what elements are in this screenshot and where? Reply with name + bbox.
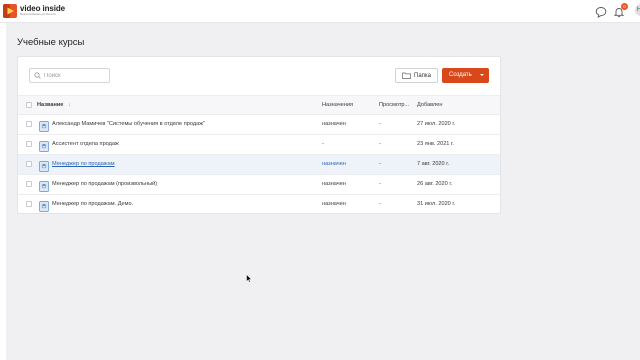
column-header-views[interactable]: Просмотр... [379,102,409,108]
course-views: - [379,181,381,187]
course-views: - [379,121,381,127]
table-header: Название ↓ Назначения Просмотр... Добавл… [18,95,500,115]
mouse-cursor-icon [246,270,253,288]
search-icon [34,72,41,79]
course-assignments: назначен [322,181,346,187]
chevron-down-icon [480,74,484,76]
folder-button-label: Папка [414,73,431,79]
course-added-date: 26 авг. 2020 г. [417,181,453,187]
course-icon [39,199,49,212]
logo-subtitle: Видеоплатформа для бизнеса [20,13,56,17]
avatar[interactable]: Н [635,4,640,16]
table-row[interactable]: Менеджер по продажам. Демо. назначен - 3… [18,195,500,215]
course-icon [39,159,49,172]
row-checkbox[interactable] [26,201,32,207]
course-views: - [379,141,381,147]
course-name[interactable]: Александр Мамичев "Системы обучения в от… [52,121,205,127]
course-assignments: назначен [322,201,346,207]
course-added-date: 23 янв. 2021 г. [417,141,454,147]
course-views: - [379,161,381,167]
course-added-date: 7 авг. 2020 г. [417,161,450,167]
course-added-date: 31 июл. 2020 г. [417,201,456,207]
create-button-label: Создать [449,72,472,78]
table-row-hovered[interactable]: Менеджер по продажам назначен - 7 авг. 2… [18,155,500,175]
course-name[interactable]: Менеджер по продажам. Демо. [52,201,133,207]
top-bar: video inside Видеоплатформа для бизнеса … [0,0,640,23]
table-row[interactable]: Ассистент отдела продаж - - 23 янв. 2021… [18,135,500,155]
chat-icon[interactable] [595,5,607,18]
course-assignments: назначен [322,121,346,127]
row-checkbox[interactable] [26,141,32,147]
course-added-date: 27 июл. 2020 г. [417,121,456,127]
search-input[interactable] [44,70,106,81]
course-views: - [379,201,381,207]
sidebar-rail [0,23,6,360]
course-name[interactable]: Менеджер по продажам (произвольный) [52,181,157,187]
search-box[interactable] [29,68,110,83]
page-title: Учебные курсы [17,37,85,48]
create-button[interactable]: Создать [442,68,489,83]
sort-down-icon[interactable]: ↓ [68,102,71,108]
course-icon [39,139,49,152]
row-checkbox[interactable] [26,181,32,187]
column-header-assignments[interactable]: Назначения [322,102,353,108]
select-all-checkbox[interactable] [26,102,32,108]
courses-card: Папка Создать Название ↓ Назначения Прос… [17,56,501,214]
logo-title: video inside [20,4,66,14]
column-header-name[interactable]: Название [37,102,63,108]
row-checkbox[interactable] [26,121,32,127]
course-icon [39,119,49,132]
course-icon [39,179,49,192]
folder-button[interactable]: Папка [395,68,438,83]
column-header-added[interactable]: Добавлен [417,102,442,108]
course-name[interactable]: Ассистент отдела продаж [52,141,119,147]
row-checkbox[interactable] [26,161,32,167]
course-name-link[interactable]: Менеджер по продажам [52,161,115,167]
play-logo-icon [3,4,17,18]
course-assignments: - [322,141,324,147]
folder-icon [402,72,411,79]
course-assignments[interactable]: назначен [322,161,346,167]
notification-badge: 0 [621,3,628,10]
table-row[interactable]: Александр Мамичев "Системы обучения в от… [18,115,500,135]
app-logo[interactable]: video inside Видеоплатформа для бизнеса [3,3,65,19]
table-row[interactable]: Менеджер по продажам (произвольный) назн… [18,175,500,195]
